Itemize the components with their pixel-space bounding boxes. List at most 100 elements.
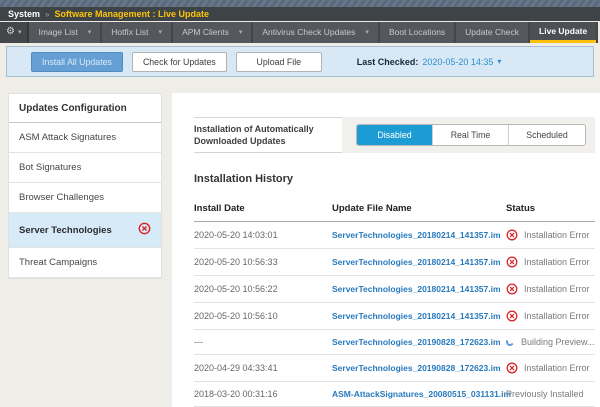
tab[interactable]: Antivirus Check Updates ▾ — [253, 22, 378, 43]
tab[interactable]: APM Clients ▾ — [173, 22, 251, 43]
sidebar-item-label: Threat Campaigns — [19, 257, 97, 268]
status-cell: Previously Installed — [506, 389, 595, 399]
status-cell: Installation Error — [506, 283, 595, 295]
install-date-cell: --- — [194, 337, 332, 347]
chevron-down-icon: ▾ — [159, 28, 163, 36]
status-text: Previously Installed — [506, 389, 584, 399]
tab-label: Image List — [38, 27, 77, 37]
install-all-updates-button[interactable]: Install All Updates — [31, 52, 123, 72]
update-file-link[interactable]: ServerTechnologies_20180214_141357.im — [332, 284, 506, 294]
tab-list: Image List ▾ Hotfix List ▾ APM Clients ▾… — [29, 22, 598, 43]
error-status-icon — [506, 256, 518, 268]
sidebar-item[interactable]: Bot Signatures — [9, 153, 161, 183]
status-cell: Installation Error — [506, 229, 595, 241]
sidebar-item[interactable]: ASM Attack Signatures — [9, 123, 161, 153]
error-status-icon — [506, 283, 518, 295]
status-text: Installation Error — [524, 363, 590, 373]
auto-install-control: DisabledReal TimeScheduled — [342, 117, 595, 153]
tab-label: Update Check — [465, 27, 519, 37]
live-update-panel: Installation of Automatically Downloaded… — [172, 93, 600, 407]
sidebar-item-label: ASM Attack Signatures — [19, 132, 116, 143]
tab-strip: ⚙ ▾ Image List ▾ Hotfix List ▾ APM Clien… — [0, 22, 598, 43]
install-date-cell: 2020-05-20 10:56:33 — [194, 257, 332, 267]
column-header-install-date: Install Date — [194, 203, 332, 214]
install-date-cell: 2020-05-20 10:56:22 — [194, 284, 332, 294]
sidebar-item-list: ASM Attack Signatures Bot Signatures Bro… — [9, 123, 161, 278]
column-header-update-file-name: Update File Name — [332, 203, 506, 214]
segment-option-button[interactable]: Disabled — [357, 125, 433, 145]
page-title: Software Management : Live Update — [54, 9, 209, 19]
error-status-icon — [506, 229, 518, 241]
chevron-down-icon: ▾ — [365, 28, 369, 36]
status-cell: Building Preview... — [506, 337, 595, 347]
tab-label: Hotfix List — [111, 27, 148, 37]
tab[interactable]: Boot Locations — [380, 22, 454, 43]
tab-label: APM Clients — [182, 27, 229, 37]
update-file-link[interactable]: ServerTechnologies_20190828_172623.im — [332, 337, 506, 347]
auto-install-segmented-control: DisabledReal TimeScheduled — [356, 124, 586, 146]
settings-menu-button[interactable]: ⚙ ▾ — [0, 22, 29, 43]
error-status-icon — [506, 362, 518, 374]
table-row: --- ServerTechnologies_20190828_172623.i… — [194, 330, 595, 355]
chevron-down-icon: ▾ — [239, 28, 243, 36]
sidebar-item[interactable]: Server Technologies — [9, 213, 161, 248]
column-header-status: Status — [506, 203, 595, 214]
table-row: 2018-03-20 00:31:16 ASM-AttackSignatures… — [194, 382, 595, 407]
auto-install-label: Installation of Automatically Downloaded… — [194, 117, 342, 153]
sidebar-item[interactable]: Browser Challenges — [9, 183, 161, 213]
status-cell: Installation Error — [506, 310, 595, 322]
top-banner — [0, 0, 600, 7]
auto-install-label-line2: Downloaded Updates — [194, 136, 286, 146]
tab-label: Boot Locations — [389, 27, 445, 37]
sidebar-item-label: Bot Signatures — [19, 162, 81, 173]
spinner-icon — [505, 337, 515, 347]
update-file-link[interactable]: ServerTechnologies_20190828_172623.im — [332, 363, 506, 373]
update-file-link[interactable]: ServerTechnologies_20180214_141357.im — [332, 311, 506, 321]
install-date-cell: 2020-05-20 10:56:10 — [194, 311, 332, 321]
table-row: 2020-05-20 10:56:10 ServerTechnologies_2… — [194, 303, 595, 330]
gear-icon: ⚙ — [6, 27, 15, 37]
table-row: 2020-05-20 10:56:33 ServerTechnologies_2… — [194, 249, 595, 276]
app-window: System » Software Management : Live Upda… — [0, 0, 600, 407]
segment-option-button[interactable]: Real Time — [433, 125, 509, 145]
sidebar-item[interactable]: Threat Campaigns — [9, 248, 161, 278]
status-text: Building Preview... — [521, 337, 595, 347]
auto-install-row: Installation of Automatically Downloaded… — [194, 117, 595, 153]
sidebar-item-label: Server Technologies — [19, 225, 112, 236]
tab[interactable]: Live Update — [530, 22, 596, 43]
content-area: Updates Configuration ASM Attack Signatu… — [0, 77, 600, 407]
install-date-cell: 2018-03-20 00:31:16 — [194, 389, 332, 399]
sidebar-title: Updates Configuration — [9, 94, 161, 123]
error-status-icon — [506, 310, 518, 322]
update-file-link[interactable]: ASM-AttackSignatures_20080515_031131.im — [332, 389, 506, 399]
status-cell: Installation Error — [506, 256, 595, 268]
status-cell: Installation Error — [506, 362, 595, 374]
tab[interactable]: Hotfix List ▾ — [102, 22, 171, 43]
status-text: Installation Error — [524, 311, 590, 321]
toolbar: Install All Updates Check for Updates Up… — [6, 46, 594, 77]
check-for-updates-button[interactable]: Check for Updates — [132, 52, 227, 72]
tab[interactable]: Image List ▾ — [29, 22, 100, 43]
breadcrumb-section: System — [8, 9, 40, 19]
install-date-cell: 2020-04-29 04:33:41 — [194, 363, 332, 373]
chevron-down-icon: ▾ — [88, 28, 92, 36]
last-checked-value[interactable]: 2020-05-20 14:35 — [422, 57, 493, 67]
updates-configuration-panel: Updates Configuration ASM Attack Signatu… — [8, 93, 162, 279]
tab-bar: ⚙ ▾ Image List ▾ Hotfix List ▾ APM Clien… — [0, 21, 600, 42]
installation-history-title: Installation History — [194, 173, 595, 185]
segment-option-button[interactable]: Scheduled — [509, 125, 585, 145]
update-file-link[interactable]: ServerTechnologies_20180214_141357.im — [332, 230, 506, 240]
tab[interactable]: Update Check — [456, 22, 528, 43]
table-body: 2020-05-20 14:03:01 ServerTechnologies_2… — [194, 222, 595, 407]
error-status-icon — [138, 222, 151, 238]
breadcrumb: System » Software Management : Live Upda… — [0, 7, 600, 21]
table-row: 2020-05-20 10:56:22 ServerTechnologies_2… — [194, 276, 595, 303]
upload-file-button[interactable]: Upload File — [236, 52, 322, 72]
installation-history-table: Install Date Update File Name Status 202… — [194, 195, 595, 407]
update-file-link[interactable]: ServerTechnologies_20180214_141357.im — [332, 257, 506, 267]
chevron-down-icon[interactable]: ▾ — [497, 57, 501, 66]
chevron-down-icon: ▾ — [18, 28, 22, 36]
status-text: Installation Error — [524, 230, 590, 240]
last-checked-label: Last Checked: — [357, 57, 419, 67]
breadcrumb-separator: » — [45, 10, 49, 19]
